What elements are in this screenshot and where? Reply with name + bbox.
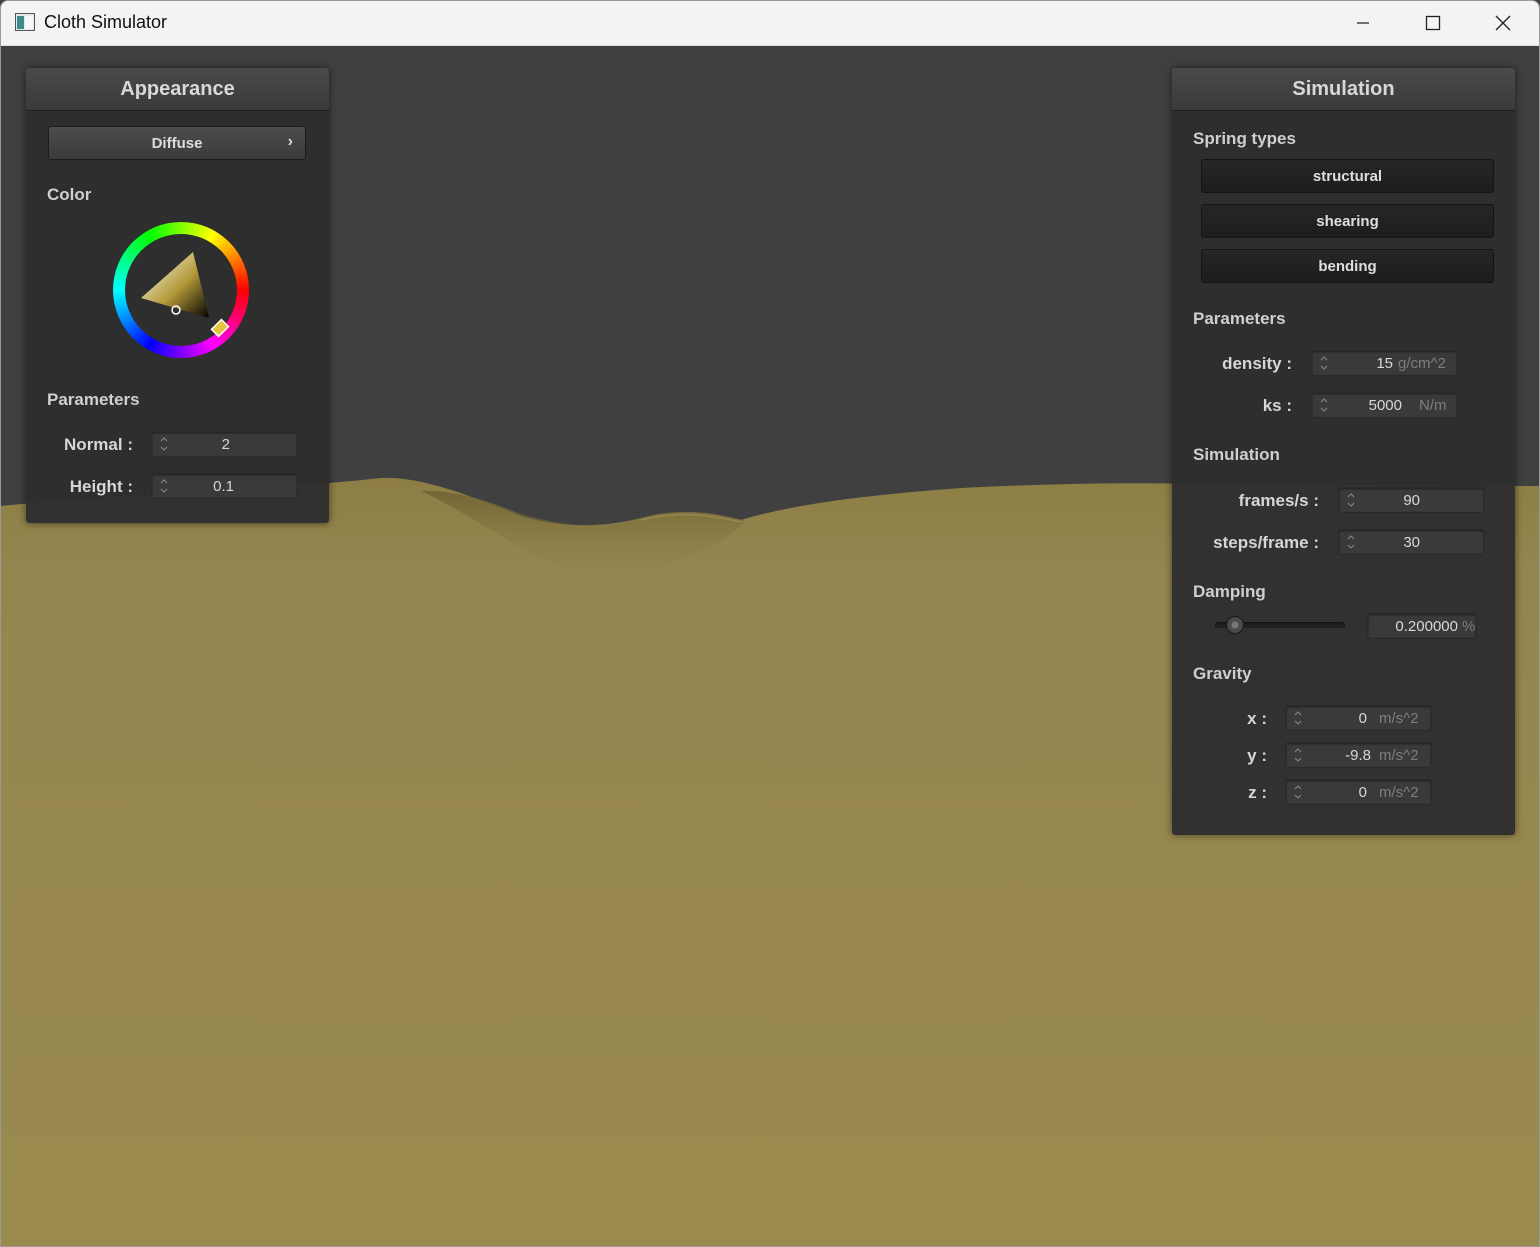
ks-unit: N/m — [1419, 397, 1447, 414]
appearance-panel: Appearance Diffuse › Color Parameters No… — [26, 68, 329, 523]
shearing-toggle[interactable]: shearing — [1201, 204, 1494, 238]
minimize-icon — [1357, 22, 1369, 24]
damping-slider[interactable] — [1215, 616, 1345, 634]
frames-per-s-value: 90 — [1403, 492, 1420, 509]
app-icon — [15, 13, 35, 31]
gravity-z-input[interactable]: 0 m/s^2 — [1285, 779, 1432, 805]
gravity-y-unit: m/s^2 — [1379, 747, 1419, 764]
gravity-label: Gravity — [1193, 664, 1252, 683]
steps-per-frame-value: 30 — [1403, 534, 1420, 551]
bending-toggle[interactable]: bending — [1201, 249, 1494, 283]
simulation-panel-title: Simulation — [1172, 68, 1515, 111]
height-input[interactable]: 0.1 — [151, 473, 298, 499]
maximize-icon — [1425, 15, 1441, 31]
shader-dropdown[interactable]: Diffuse › — [48, 126, 306, 160]
damping-unit: % — [1462, 618, 1476, 635]
color-triangle[interactable] — [113, 222, 249, 358]
spinner-icon[interactable] — [1294, 746, 1302, 764]
close-button[interactable] — [1468, 1, 1538, 45]
window-title: Cloth Simulator — [44, 12, 168, 32]
steps-per-frame-label: steps/frame : — [1213, 533, 1319, 552]
density-input[interactable]: 15 g/cm^2 — [1311, 350, 1458, 376]
density-label: density : — [1222, 354, 1292, 373]
damping-value: 0.200000 — [1395, 618, 1458, 635]
ks-label: ks : — [1262, 396, 1292, 415]
spinner-icon[interactable] — [1320, 396, 1328, 414]
appearance-parameters-label: Parameters — [47, 390, 140, 409]
spinner-icon[interactable] — [1347, 533, 1355, 551]
ks-input[interactable]: 5000 N/m — [1311, 392, 1458, 418]
gravity-x-input[interactable]: 0 m/s^2 — [1285, 705, 1432, 731]
color-section-label: Color — [47, 185, 92, 204]
app-window: Cloth Simulator Appearance Diffuse › Col… — [0, 0, 1540, 1247]
gravity-z-unit: m/s^2 — [1379, 784, 1419, 801]
gravity-z-value: 0 — [1358, 784, 1367, 801]
gravity-x-value: 0 — [1358, 710, 1367, 727]
gravity-y-input[interactable]: -9.8 m/s^2 — [1285, 742, 1432, 768]
frames-per-s-input[interactable]: 90 — [1338, 487, 1485, 513]
spinner-icon[interactable] — [1320, 354, 1328, 372]
normal-input[interactable]: 2 — [151, 431, 298, 457]
gravity-x-unit: m/s^2 — [1379, 710, 1419, 727]
density-unit: g/cm^2 — [1398, 355, 1446, 372]
maximize-button[interactable] — [1398, 1, 1468, 45]
frames-per-s-label: frames/s : — [1238, 491, 1319, 510]
gravity-y-label: y : — [1247, 746, 1267, 765]
spinner-icon[interactable] — [1294, 783, 1302, 801]
appearance-panel-title: Appearance — [26, 68, 329, 111]
hue-selector-handle[interactable] — [210, 318, 230, 338]
steps-per-frame-input[interactable]: 30 — [1338, 529, 1485, 555]
close-icon — [1495, 15, 1511, 31]
damping-label: Damping — [1193, 582, 1266, 601]
structural-toggle[interactable]: structural — [1201, 159, 1494, 193]
simulation-panel: Simulation Spring types structural shear… — [1172, 68, 1515, 835]
title-bar[interactable]: Cloth Simulator — [1, 1, 1539, 46]
ks-value: 5000 — [1368, 397, 1402, 414]
height-label: Height : — [69, 477, 133, 496]
spring-types-label: Spring types — [1193, 129, 1296, 148]
minimize-button[interactable] — [1328, 1, 1398, 45]
spinner-icon[interactable] — [160, 477, 168, 495]
gravity-x-label: x : — [1247, 709, 1267, 728]
damping-slider-handle[interactable] — [1226, 616, 1245, 634]
height-value: 0.1 — [213, 478, 234, 495]
gravity-y-value: -9.8 — [1345, 747, 1371, 764]
gravity-z-label: z : — [1248, 783, 1267, 802]
damping-input[interactable]: 0.200000 % — [1367, 613, 1477, 639]
sim-parameters-label: Parameters — [1193, 309, 1286, 328]
normal-value: 2 — [221, 436, 230, 453]
spinner-icon[interactable] — [160, 435, 168, 453]
normal-label: Normal : — [64, 435, 133, 454]
shader-dropdown-label: Diffuse — [151, 135, 203, 152]
simulation-section-label: Simulation — [1193, 445, 1280, 464]
spinner-icon[interactable] — [1294, 709, 1302, 727]
spinner-icon[interactable] — [1347, 491, 1355, 509]
chevron-right-icon: › — [287, 133, 293, 150]
density-value: 15 — [1376, 355, 1393, 372]
